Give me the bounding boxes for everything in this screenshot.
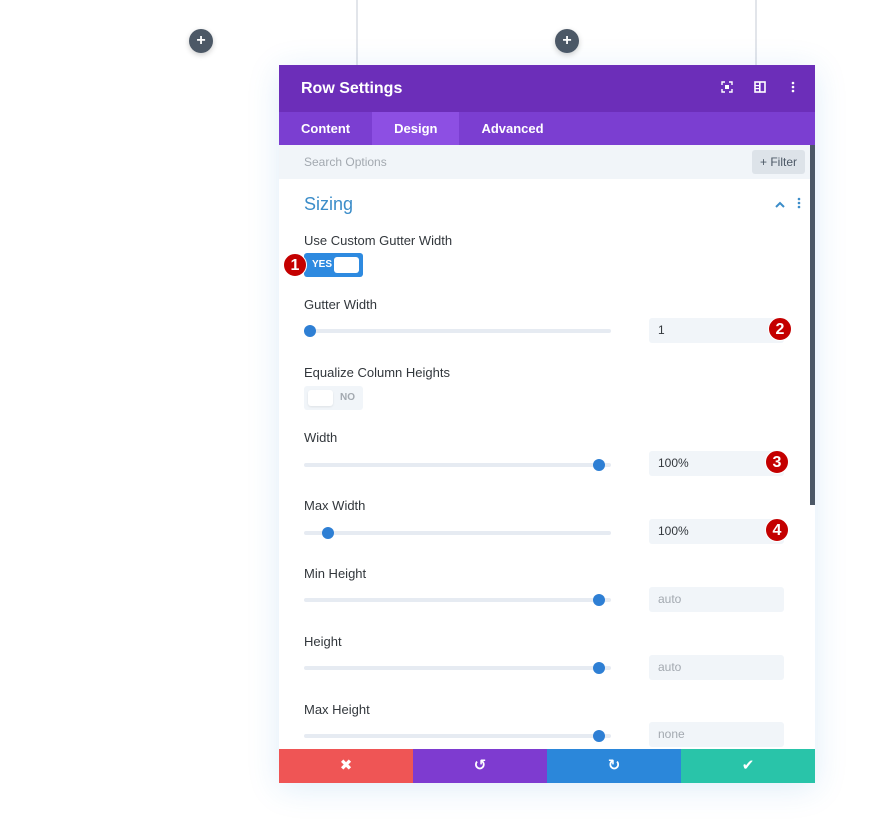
section-title: Sizing	[304, 194, 354, 214]
width-input[interactable]: 100%	[649, 451, 784, 476]
custom-gutter-label: Use Custom Gutter Width	[304, 233, 453, 248]
section-sizing-header[interactable]: Sizing	[279, 179, 815, 229]
modal-title: Row Settings	[301, 79, 403, 97]
slider-thumb[interactable]	[304, 325, 316, 337]
tab-bar: Content Design Advanced	[279, 112, 815, 145]
width-slider[interactable]	[304, 459, 611, 471]
annotation-badge-3: 3	[765, 450, 789, 474]
split-view-icon[interactable]	[752, 81, 768, 96]
annotation-badge-1: 1	[283, 253, 307, 277]
fullscreen-icon[interactable]	[719, 81, 735, 96]
slider-thumb[interactable]	[321, 527, 334, 539]
search-options-bar[interactable]: Search Options + Filter	[279, 145, 815, 179]
redo-button[interactable]: ↻	[547, 749, 681, 783]
height-slider[interactable]	[304, 662, 611, 674]
slider-track	[304, 666, 611, 670]
undo-button[interactable]: ↺	[413, 749, 547, 783]
max-height-slider[interactable]	[304, 730, 611, 742]
tab-design[interactable]: Design	[372, 112, 460, 145]
slider-track	[304, 531, 611, 535]
max-width-label: Max Width	[304, 498, 366, 513]
slider-track	[304, 463, 611, 467]
min-height-input[interactable]: auto	[649, 587, 784, 612]
search-input[interactable]: Search Options	[304, 155, 387, 169]
slider-thumb[interactable]	[593, 730, 606, 742]
filter-button[interactable]: + Filter	[751, 150, 805, 174]
add-column-button-left[interactable]: +	[189, 29, 213, 53]
min-height-slider[interactable]	[304, 594, 611, 606]
annotation-badge-4: 4	[765, 518, 789, 542]
toggle-state: NO	[340, 392, 355, 403]
height-label: Height	[304, 634, 342, 649]
equalize-heights-toggle[interactable]: NO	[304, 386, 363, 410]
toggle-knob	[308, 390, 333, 406]
width-label: Width	[304, 430, 338, 445]
slider-thumb[interactable]	[593, 459, 606, 471]
min-height-label: Min Height	[304, 566, 367, 581]
slider-track	[304, 734, 611, 738]
gutter-width-label: Gutter Width	[304, 297, 377, 312]
max-width-input[interactable]: 100%	[649, 519, 784, 544]
tab-content[interactable]: Content	[279, 112, 372, 145]
add-column-button-middle[interactable]: +	[555, 29, 579, 53]
max-width-slider[interactable]	[304, 527, 611, 539]
equalize-heights-label: Equalize Column Heights	[304, 365, 450, 380]
max-height-input[interactable]: none	[649, 722, 784, 747]
more-options-icon[interactable]	[797, 197, 801, 212]
row-settings-modal: Row Settings Content Design Advanced Sea…	[279, 65, 815, 783]
annotation-badge-2: 2	[768, 317, 792, 341]
slider-thumb[interactable]	[593, 662, 606, 674]
toggle-knob	[334, 257, 359, 273]
gutter-width-input[interactable]: 1	[649, 318, 784, 343]
height-input[interactable]: auto	[649, 655, 784, 680]
tab-advanced[interactable]: Advanced	[459, 112, 565, 145]
toggle-state: YES	[312, 259, 333, 270]
more-options-icon[interactable]	[785, 81, 801, 96]
save-button[interactable]: ✔	[681, 749, 815, 783]
column-divider	[356, 0, 358, 70]
slider-track	[304, 329, 611, 333]
slider-track	[304, 598, 611, 602]
custom-gutter-toggle[interactable]: YES	[304, 253, 363, 277]
column-divider	[755, 0, 757, 70]
chevron-up-icon[interactable]	[775, 197, 785, 212]
slider-thumb[interactable]	[593, 594, 606, 606]
max-height-label: Max Height	[304, 702, 370, 717]
cancel-button[interactable]: ✖	[279, 749, 413, 783]
gutter-width-slider[interactable]	[304, 325, 611, 337]
settings-content: Sizing Use Custom Gutter Width YES 1 Gut…	[279, 179, 815, 749]
scrollbar[interactable]	[810, 145, 815, 505]
modal-footer: ✖ ↺ ↻ ✔	[279, 749, 815, 783]
modal-header: Row Settings	[279, 65, 815, 112]
